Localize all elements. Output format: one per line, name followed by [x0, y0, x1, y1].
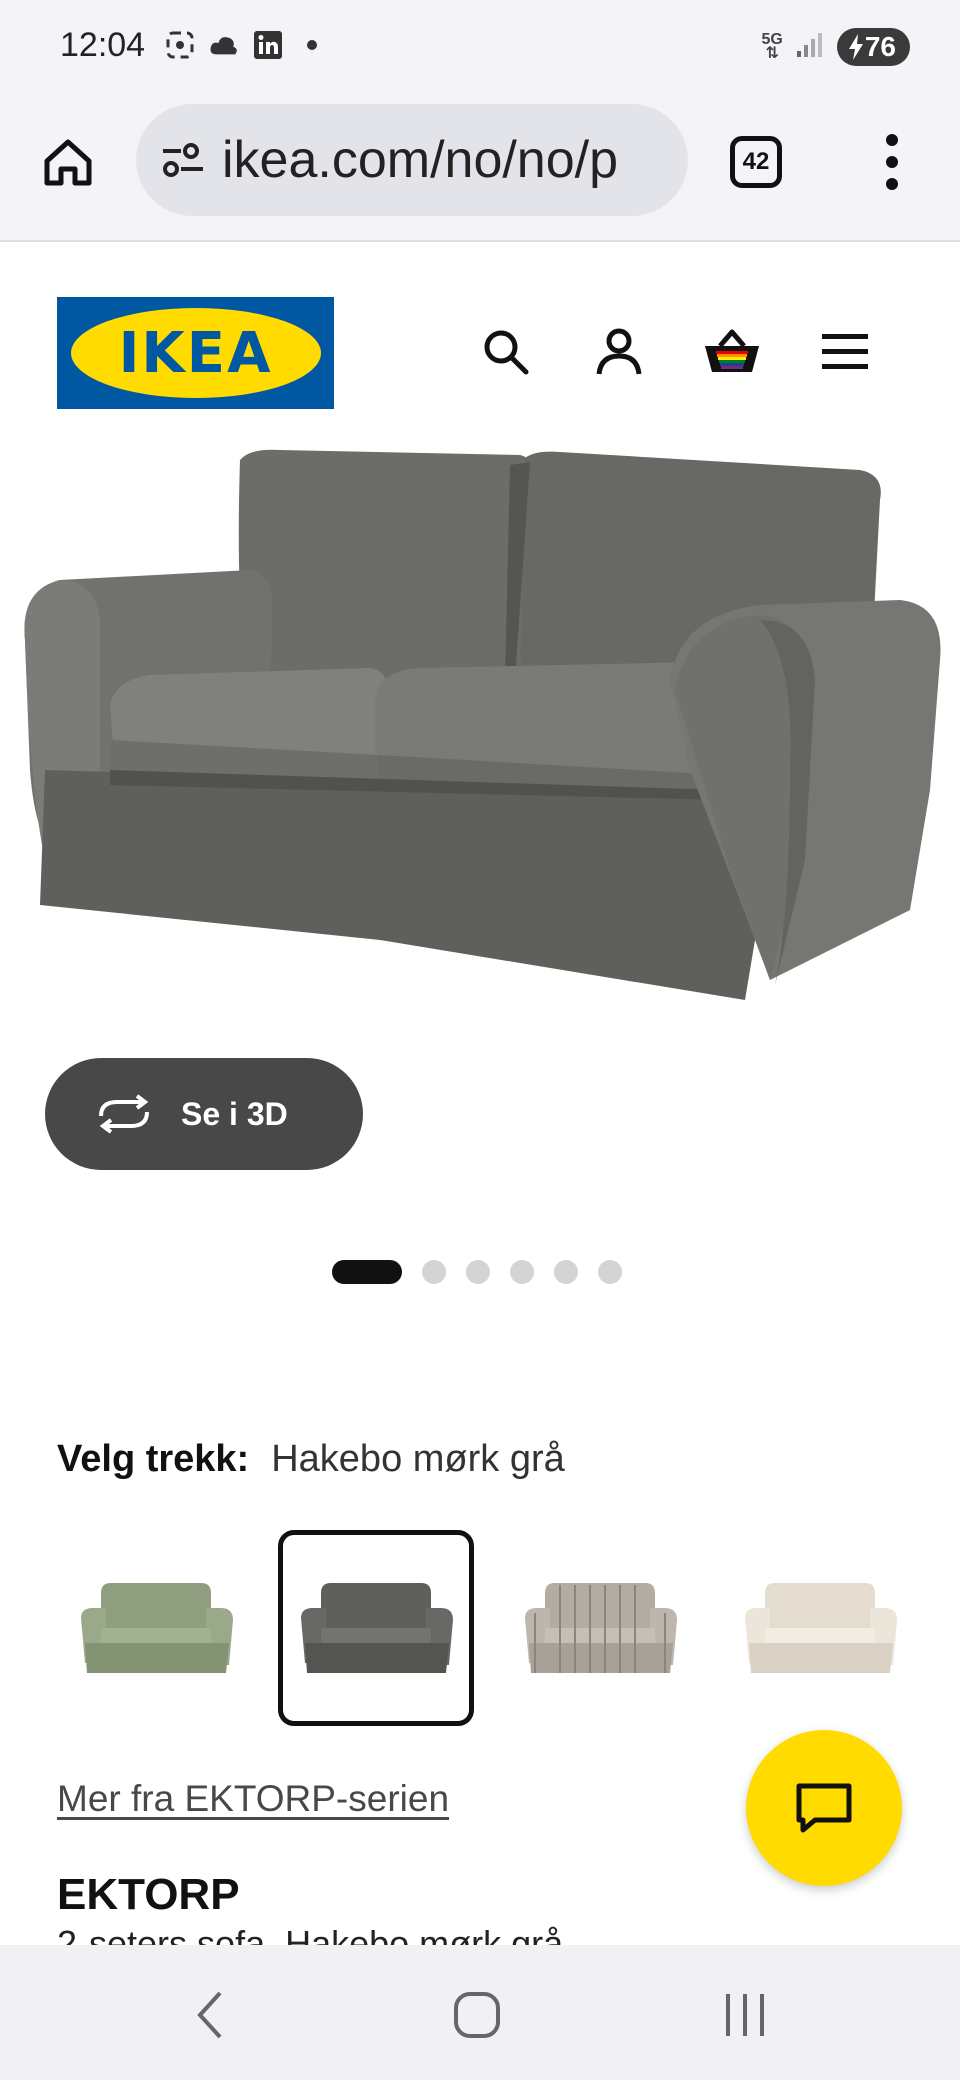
status-time: 12:04 — [60, 26, 146, 64]
home-button[interactable] — [38, 132, 98, 192]
tab-count: 42 — [742, 148, 770, 175]
site-settings-icon[interactable] — [158, 135, 208, 185]
cover-option-striped[interactable] — [502, 1530, 698, 1726]
tab-switcher-button[interactable]: 42 — [730, 136, 782, 188]
home-icon — [44, 139, 92, 186]
charging-icon — [848, 34, 863, 60]
linkedin-icon — [253, 30, 283, 60]
url-text: ikea.com/no/no/p — [222, 131, 619, 189]
basket-button[interactable] — [700, 320, 764, 384]
cover-option-dark-grey[interactable] — [278, 1530, 474, 1726]
back-button[interactable] — [180, 1985, 240, 2045]
more-notifications-dot — [307, 40, 317, 50]
product-image[interactable] — [0, 440, 960, 1020]
cover-label: Velg trekk: — [57, 1438, 250, 1480]
cover-selector-heading: Velg trekk: Hakebo mørk grå — [57, 1438, 565, 1481]
chat-button[interactable] — [746, 1730, 902, 1886]
network-type: 5G ⇅ — [761, 31, 783, 62]
recents-icon — [726, 1994, 764, 2036]
view-3d-label: Se i 3D — [181, 1095, 288, 1132]
menu-button[interactable] — [813, 320, 877, 384]
sofa-image — [24, 449, 941, 1000]
status-bar: 12:04 5G ⇅ 76 — [0, 0, 960, 100]
carousel-dot[interactable] — [598, 1260, 622, 1284]
browser-toolbar: ikea.com/no/no/p 42 — [0, 100, 960, 242]
hamburger-menu-icon — [822, 334, 868, 369]
carousel-dot-active[interactable] — [332, 1260, 402, 1284]
rotate-3d-icon — [99, 1094, 149, 1134]
recents-button[interactable] — [715, 1985, 775, 2045]
sofa-thumbnail — [81, 1583, 233, 1673]
search-icon — [484, 330, 529, 375]
home-nav-button[interactable] — [447, 1985, 507, 2045]
cover-option-beige[interactable] — [722, 1530, 918, 1726]
product-name: EKTORP — [57, 1870, 240, 1919]
cover-selected-value: Hakebo mørk grå — [271, 1438, 565, 1480]
sofa-thumbnail — [301, 1583, 453, 1673]
ikea-logo[interactable]: IKEA — [57, 297, 334, 409]
system-status: 5G ⇅ 76 — [761, 28, 910, 66]
sofa-thumbnail — [745, 1583, 897, 1673]
cover-option-green[interactable] — [58, 1530, 254, 1726]
battery-indicator: 76 — [836, 28, 910, 66]
carousel-dot[interactable] — [466, 1260, 490, 1284]
image-carousel-indicator — [332, 1260, 622, 1284]
series-link[interactable]: Mer fra EKTORP-serien — [57, 1778, 449, 1820]
product-subtitle: 2-seters sofa, Hakebo mørk grå — [57, 1926, 563, 1946]
screenshot-icon — [165, 30, 195, 60]
carousel-dot[interactable] — [422, 1260, 446, 1284]
carousel-dot[interactable] — [510, 1260, 534, 1284]
system-navigation-bar — [0, 1945, 960, 2080]
view-3d-button[interactable]: Se i 3D — [45, 1058, 363, 1170]
signal-icon — [795, 31, 825, 64]
cloud-icon — [209, 30, 239, 60]
account-icon — [596, 328, 642, 375]
home-nav-icon — [454, 1992, 500, 2038]
browser-menu-button[interactable] — [872, 130, 912, 194]
address-bar[interactable]: ikea.com/no/no/p — [136, 104, 688, 216]
search-button[interactable] — [474, 320, 538, 384]
sofa-thumbnail — [525, 1583, 677, 1673]
back-icon — [197, 1991, 222, 2039]
chat-icon — [796, 1783, 852, 1833]
notification-icons — [165, 30, 317, 60]
carousel-dot[interactable] — [554, 1260, 578, 1284]
account-button[interactable] — [587, 320, 651, 384]
basket-icon — [705, 329, 759, 372]
